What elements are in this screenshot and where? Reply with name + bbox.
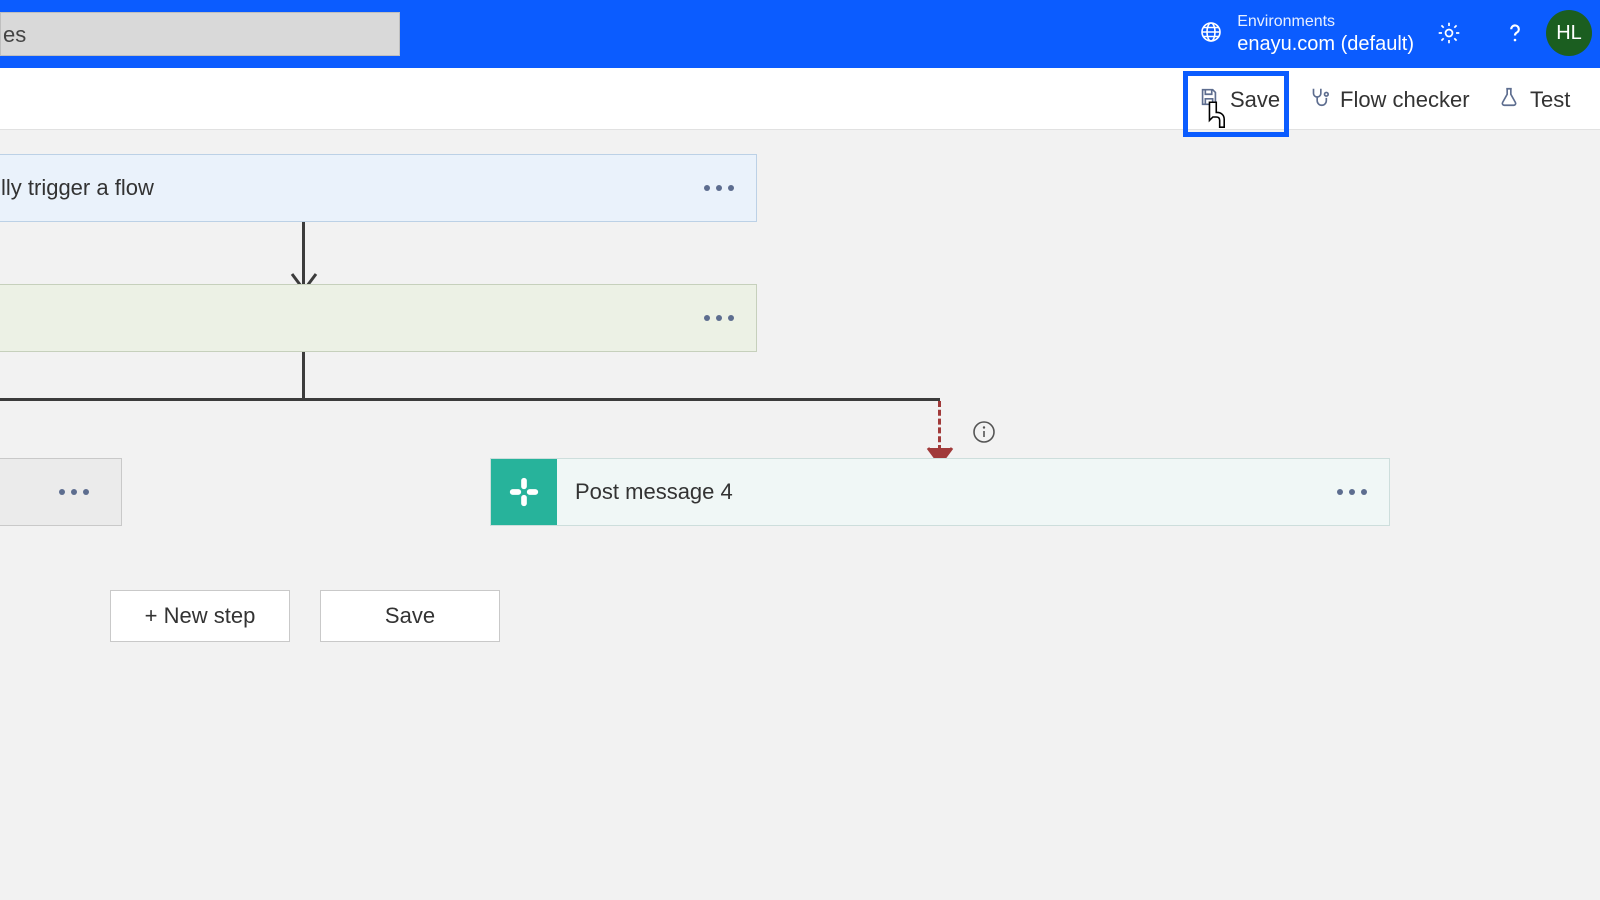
environment-picker[interactable]: Environments enayu.com (default) <box>1199 6 1414 62</box>
connector-line <box>0 398 940 401</box>
flow-checker-button[interactable]: Flow checker <box>1300 80 1478 120</box>
gear-icon[interactable] <box>1434 18 1464 48</box>
canvas-save-button[interactable]: Save <box>320 590 500 642</box>
trigger-node-menu[interactable] <box>704 155 734 221</box>
search-input[interactable]: es <box>0 12 400 56</box>
stethoscope-icon <box>1308 86 1330 114</box>
trigger-node-label: lly trigger a flow <box>1 155 154 221</box>
save-icon <box>1198 86 1220 114</box>
post-message-node[interactable]: Post message 4 <box>490 458 1390 526</box>
test-button[interactable]: Test <box>1490 80 1578 120</box>
connector-line <box>302 352 305 398</box>
slack-icon <box>491 459 557 525</box>
action-node[interactable] <box>0 284 757 352</box>
action-node-menu[interactable] <box>704 285 734 351</box>
save-button[interactable]: Save <box>1190 80 1288 120</box>
test-button-label: Test <box>1530 87 1570 113</box>
save-button-label: Save <box>1230 87 1280 113</box>
trigger-node[interactable]: lly trigger a flow <box>0 154 757 222</box>
flow-checker-label: Flow checker <box>1340 87 1470 113</box>
flow-canvas[interactable]: lly trigger a flow <box>0 130 1600 900</box>
app-header: es Environments enayu.com (default) HL <box>0 0 1600 68</box>
post-message-node-label: Post message 4 <box>575 479 733 505</box>
flask-icon <box>1498 86 1520 114</box>
failure-connector <box>938 401 941 451</box>
post-message-node-menu[interactable] <box>1337 459 1367 525</box>
environment-label: Environments <box>1237 12 1414 32</box>
environment-name: enayu.com (default) <box>1237 32 1414 57</box>
environment-text: Environments enayu.com (default) <box>1237 12 1414 57</box>
new-step-button[interactable]: + New step <box>110 590 290 642</box>
branch-node-left-menu[interactable] <box>59 459 89 525</box>
help-icon[interactable] <box>1500 18 1530 48</box>
info-icon[interactable] <box>972 420 996 444</box>
globe-icon <box>1199 20 1223 49</box>
avatar[interactable]: HL <box>1546 10 1592 56</box>
page-toolbar: Save Flow checker Test <box>0 68 1600 130</box>
branch-node-left[interactable] <box>0 458 122 526</box>
